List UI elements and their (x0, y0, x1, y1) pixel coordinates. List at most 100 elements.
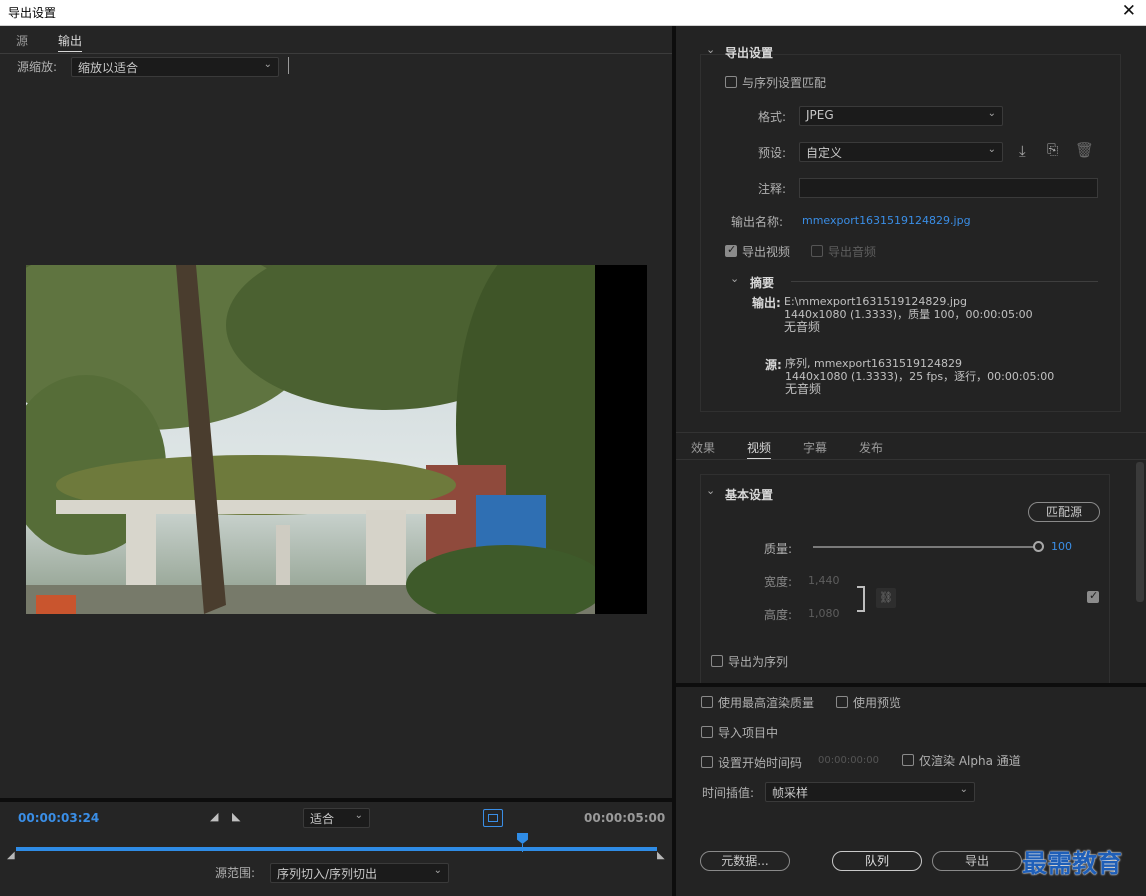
use-previews-label: 使用预览 (853, 696, 902, 710)
summary-output-line: 1440x1080 (1.3333)，质量 100，00:00:05:00 (784, 308, 1033, 321)
chevron-down-icon: ⌄ (987, 108, 996, 119)
time-interpolation-value: 帧采样 (772, 786, 809, 800)
export-video-checkbox[interactable] (725, 243, 737, 257)
export-audio-label: 导出音频 (828, 245, 877, 259)
window-title: 导出设置 (8, 6, 57, 20)
quality-value[interactable]: 100 (1051, 540, 1072, 553)
zoom-divider (288, 57, 289, 74)
fit-value: 适合 (310, 812, 335, 826)
summary-source-line: 1440x1080 (1.3333)，25 fps，逐行，00:00:05:00 (785, 370, 1055, 383)
start-timecode-value: 00:00:00:00 (818, 755, 880, 766)
out-point-marker-icon[interactable]: ◣ (657, 850, 665, 861)
tab-video[interactable]: 视频 (747, 439, 772, 459)
import-preset-icon[interactable]: ⎘ (1047, 142, 1058, 158)
summary-source-line: 序列, mmexport1631519124829 (785, 357, 963, 370)
export-video-label: 导出视频 (742, 245, 791, 259)
summary-output-line: 无音频 (784, 320, 821, 334)
tab-captions[interactable]: 字幕 (803, 439, 827, 456)
set-start-timecode-label: 设置开始时间码 (718, 756, 803, 770)
match-source-button[interactable]: 匹配源 (1028, 502, 1100, 522)
collapse-chevron-icon[interactable]: ⌄ (706, 43, 715, 56)
set-start-timecode-checkbox[interactable] (701, 756, 713, 768)
summary-output-label: 输出: (752, 296, 781, 310)
timeline-divider (0, 798, 672, 802)
quality-label: 质量: (764, 542, 793, 556)
max-render-quality-label: 使用最高渲染质量 (718, 696, 815, 710)
summary-output-block: E:\mmexport1631519124829.jpg 1440x1080 (… (784, 295, 1033, 334)
mark-out-icon[interactable]: ◣ (232, 810, 240, 823)
preset-value: 自定义 (806, 146, 843, 160)
basic-collapse-icon[interactable]: ⌄ (706, 484, 715, 497)
summary-source-block: 序列, mmexport1631519124829 1440x1080 (1.3… (785, 357, 1054, 396)
source-zoom-dropdown[interactable]: 缩放以适合 ⌄ (71, 57, 279, 77)
comment-field[interactable] (799, 178, 1098, 198)
timeline-scrubber[interactable] (16, 847, 657, 851)
export-audio-checkbox[interactable] (811, 245, 823, 257)
preview-panel: 源 输出 源缩放: 缩放以适合 ⌄ 00:00:03:24 ◢ ◣ 适合 ⌄ 0… (0, 26, 672, 896)
height-value: 1,080 (808, 607, 840, 620)
source-range-dropdown[interactable]: 序列切入/序列切出 ⌄ (270, 863, 449, 883)
export-button[interactable]: 导出 (932, 851, 1022, 871)
playhead-line (522, 844, 523, 852)
width-label: 宽度: (764, 575, 793, 589)
export-as-sequence-checkbox[interactable] (711, 655, 723, 667)
summary-title: 摘要 (750, 276, 775, 290)
end-timecode: 00:00:05:00 (584, 811, 666, 825)
dimension-override-checkbox[interactable] (1087, 589, 1099, 603)
settings-tab-bar: 效果 视频 字幕 发布 (676, 432, 1146, 460)
summary-source-line: 无音频 (785, 382, 822, 396)
export-settings-title: 导出设置 (725, 46, 774, 60)
summary-source-label: 源: (765, 358, 782, 372)
tab-effects[interactable]: 效果 (691, 439, 715, 456)
mark-in-icon[interactable]: ◢ (210, 810, 218, 823)
source-zoom-label: 源缩放: (17, 60, 58, 74)
time-interpolation-label: 时间插值: (702, 786, 755, 800)
watermark-logo: 最需教育 (1022, 849, 1123, 878)
current-timecode[interactable]: 00:00:03:24 (18, 811, 99, 825)
aspect-bracket (857, 586, 865, 612)
chevron-down-icon: ⌄ (263, 59, 272, 70)
basic-settings-title: 基本设置 (725, 488, 774, 502)
width-value: 1,440 (808, 574, 840, 587)
settings-scrollbar[interactable] (1136, 462, 1144, 602)
export-as-sequence-label: 导出为序列 (728, 655, 789, 669)
playhead[interactable] (517, 833, 528, 844)
quality-slider-track[interactable] (813, 546, 1039, 548)
tab-source[interactable]: 源 (16, 32, 28, 49)
source-zoom-value: 缩放以适合 (78, 61, 139, 75)
quality-slider-thumb[interactable] (1033, 541, 1044, 552)
close-icon[interactable]: ✕ (1122, 1, 1136, 21)
output-name-link[interactable]: mmexport1631519124829.jpg (802, 214, 971, 227)
tab-publish[interactable]: 发布 (859, 439, 883, 456)
fit-dropdown[interactable]: 适合 ⌄ (303, 808, 370, 828)
link-icon[interactable]: ⛓ (876, 588, 896, 608)
match-sequence-label: 与序列设置匹配 (742, 76, 827, 90)
import-into-project-checkbox[interactable] (701, 726, 713, 738)
preview-frame (26, 265, 647, 614)
chevron-down-icon: ⌄ (433, 865, 442, 876)
match-sequence-checkbox[interactable] (725, 76, 737, 88)
output-name-label: 输出名称: (731, 215, 784, 229)
format-dropdown[interactable]: JPEG ⌄ (799, 106, 1003, 126)
source-range-label: 源范围: (215, 866, 256, 880)
in-point-marker-icon[interactable]: ◢ (7, 850, 15, 861)
queue-button[interactable]: 队列 (832, 851, 922, 871)
delete-preset-icon[interactable]: 🗑 (1075, 141, 1094, 159)
chevron-down-icon: ⌄ (354, 810, 363, 821)
settings-panel: ⌄ 导出设置 与序列设置匹配 格式: JPEG ⌄ 预设: 自定义 ⌄ ⤓ ⎘ … (676, 26, 1146, 896)
chevron-down-icon: ⌄ (987, 144, 996, 155)
save-preset-icon[interactable]: ⤓ (1019, 142, 1026, 160)
time-interpolation-dropdown[interactable]: 帧采样 ⌄ (765, 782, 975, 802)
preset-dropdown[interactable]: 自定义 ⌄ (799, 142, 1003, 162)
comment-label: 注释: (758, 182, 787, 196)
metadata-button[interactable]: 元数据... (700, 851, 790, 871)
max-render-quality-checkbox[interactable] (701, 696, 713, 708)
format-label: 格式: (758, 110, 787, 124)
tab-output[interactable]: 输出 (58, 32, 83, 52)
preview-image (26, 265, 595, 614)
summary-collapse-icon[interactable]: ⌄ (730, 272, 739, 285)
height-label: 高度: (764, 608, 793, 622)
use-previews-checkbox[interactable] (836, 696, 848, 708)
render-alpha-only-checkbox[interactable] (902, 754, 914, 766)
crop-icon[interactable] (483, 809, 503, 827)
